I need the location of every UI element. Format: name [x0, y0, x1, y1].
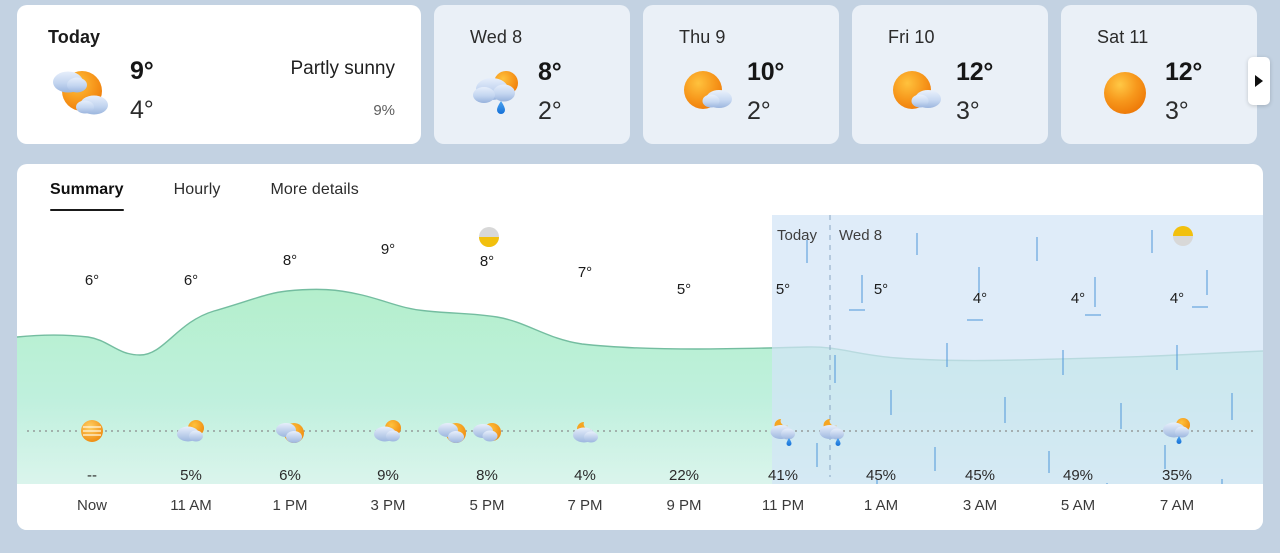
forecast-card-title: Sat 11	[1097, 27, 1149, 47]
temp-label: 4°	[1070, 290, 1086, 307]
hour-tick: 5 PM	[469, 497, 505, 514]
forecast-card-title: Fri 10	[888, 27, 935, 47]
night-rain-icon	[815, 416, 849, 446]
partly-cloudy-night-icon	[766, 416, 800, 446]
temp-label: 6°	[183, 272, 199, 289]
precip-label: 4%	[574, 467, 596, 484]
forecast-high-temp: 12°	[1165, 58, 1203, 86]
partly-sunny-icon	[273, 418, 307, 444]
forecast-low-temp: 4°	[130, 96, 154, 124]
forecast-card-temps: 9° 4°	[130, 56, 154, 125]
hour-tick: 11 AM	[170, 497, 212, 514]
today-condition-text: Partly sunny	[290, 58, 395, 79]
temp-label: 5°	[775, 281, 791, 298]
precip-label: 8%	[476, 467, 498, 484]
precip-label: 5%	[180, 467, 202, 484]
mostly-sunny-icon	[888, 63, 950, 121]
tab-summary[interactable]: Summary	[50, 164, 124, 215]
forecast-card-today[interactable]: Today 9° 4° Partly sunny 9%	[17, 5, 421, 144]
rain-showers-icon	[470, 63, 532, 121]
mostly-sunny-icon	[679, 63, 741, 121]
sunny-icon	[1097, 63, 1159, 121]
chevron-right-icon	[1255, 75, 1263, 87]
precip-label: 6%	[279, 467, 301, 484]
tab-more-details[interactable]: More details	[270, 164, 358, 215]
day-rain-icon	[1159, 415, 1195, 447]
forecast-high-temp: 12°	[956, 58, 994, 86]
forecast-card-sat-11[interactable]: Sat 11 12° 3°	[1061, 5, 1257, 144]
forecast-card-title: Thu 9	[679, 27, 726, 47]
precip-label: 35%	[1161, 467, 1193, 484]
partly-sunny-icon	[174, 418, 208, 444]
precip-label: 9%	[377, 467, 399, 484]
sunny-icon	[77, 418, 107, 444]
hour-axis: Now 11 AM 1 PM 3 PM 5 PM 7 PM 9 PM 11 PM…	[17, 484, 1263, 530]
precip-label: 49%	[1062, 467, 1094, 484]
forecast-card-temps: 12° 3°	[956, 57, 993, 126]
today-condition-block: Partly sunny 9%	[290, 56, 395, 125]
temp-label: 7°	[577, 264, 593, 281]
hour-tick: 9 PM	[666, 497, 702, 514]
forecast-card-wed-8[interactable]: Wed 8 8° 2°	[434, 5, 630, 144]
hour-tick: 1 AM	[863, 497, 899, 514]
forecast-card-body: 12° 3°	[888, 57, 1048, 126]
forecast-card-body: 12° 3°	[1097, 57, 1257, 126]
hour-tick: 1 PM	[272, 497, 308, 514]
hourly-summary-chart[interactable]: Today Wed 8 6° 6° 8° 9° 8° 7° 5° 5° 5° 4…	[17, 215, 1263, 530]
forecast-low-temp: 3°	[1165, 97, 1189, 125]
forecast-low-temp: 2°	[538, 97, 562, 125]
forecast-card-temps: 12° 3°	[1165, 57, 1202, 126]
hour-tick: Now	[76, 497, 108, 514]
partly-sunny-icon	[470, 418, 504, 444]
today-precip-chance: 9%	[373, 102, 395, 119]
forecast-card-body: 9° 4° Partly sunny 9%	[48, 56, 395, 125]
forecast-card-thu-9[interactable]: Thu 9 10° 2°	[643, 5, 839, 144]
forecast-card-body: 10° 2°	[679, 57, 839, 126]
sunset-icon	[478, 226, 500, 248]
panel-tabs: Summary Hourly More details	[17, 164, 1263, 215]
forecast-card-title: Today	[48, 27, 101, 47]
hour-tick: 7 AM	[1159, 497, 1195, 514]
temp-label: 4°	[1169, 290, 1185, 307]
temp-label: 8°	[479, 253, 495, 270]
precip-label: --	[87, 467, 97, 484]
partly-sunny-icon	[371, 418, 405, 444]
partly-sunny-icon	[48, 60, 120, 122]
precip-label: 22%	[668, 467, 700, 484]
forecast-card-body: 8° 2°	[470, 57, 630, 126]
partly-cloudy-night-icon	[568, 418, 602, 444]
forecast-card-temps: 10° 2°	[747, 57, 784, 126]
temp-label: 4°	[972, 290, 988, 307]
hour-tick: 3 PM	[370, 497, 406, 514]
weather-detail-panel: Summary Hourly More details Today Wed 8 …	[17, 164, 1263, 530]
precip-label: 45%	[964, 467, 996, 484]
forecast-high-temp: 8°	[538, 58, 562, 86]
forecast-card-temps: 8° 2°	[538, 57, 562, 126]
next-forecast-button[interactable]	[1248, 57, 1270, 105]
forecast-low-temp: 3°	[956, 97, 980, 125]
hour-tick: 11 PM	[761, 497, 805, 514]
tab-hourly[interactable]: Hourly	[174, 164, 221, 215]
forecast-high-temp: 10°	[747, 58, 785, 86]
precip-label: 45%	[865, 467, 897, 484]
temp-label: 5°	[676, 281, 692, 298]
hour-tick: 7 PM	[567, 497, 603, 514]
precip-label: 41%	[767, 467, 799, 484]
temp-label: 9°	[380, 241, 396, 258]
forecast-high-temp: 9°	[130, 57, 154, 85]
forecast-low-temp: 2°	[747, 97, 771, 125]
temp-label: 8°	[282, 252, 298, 269]
hour-tick: 3 AM	[962, 497, 998, 514]
forecast-cards-row: Today 9° 4° Partly sunny 9% Wed 8 8° 2° …	[0, 0, 1280, 152]
day-marker-next: Wed 8	[839, 227, 883, 244]
forecast-card-title: Wed 8	[470, 27, 523, 47]
temp-label: 6°	[84, 272, 100, 289]
forecast-card-fri-10[interactable]: Fri 10 12° 3°	[852, 5, 1048, 144]
sunrise-icon	[1172, 225, 1194, 247]
temp-label: 5°	[873, 281, 889, 298]
hour-tick: 5 AM	[1060, 497, 1096, 514]
day-marker-today: Today	[777, 227, 818, 244]
partly-sunny-icon	[435, 418, 469, 444]
